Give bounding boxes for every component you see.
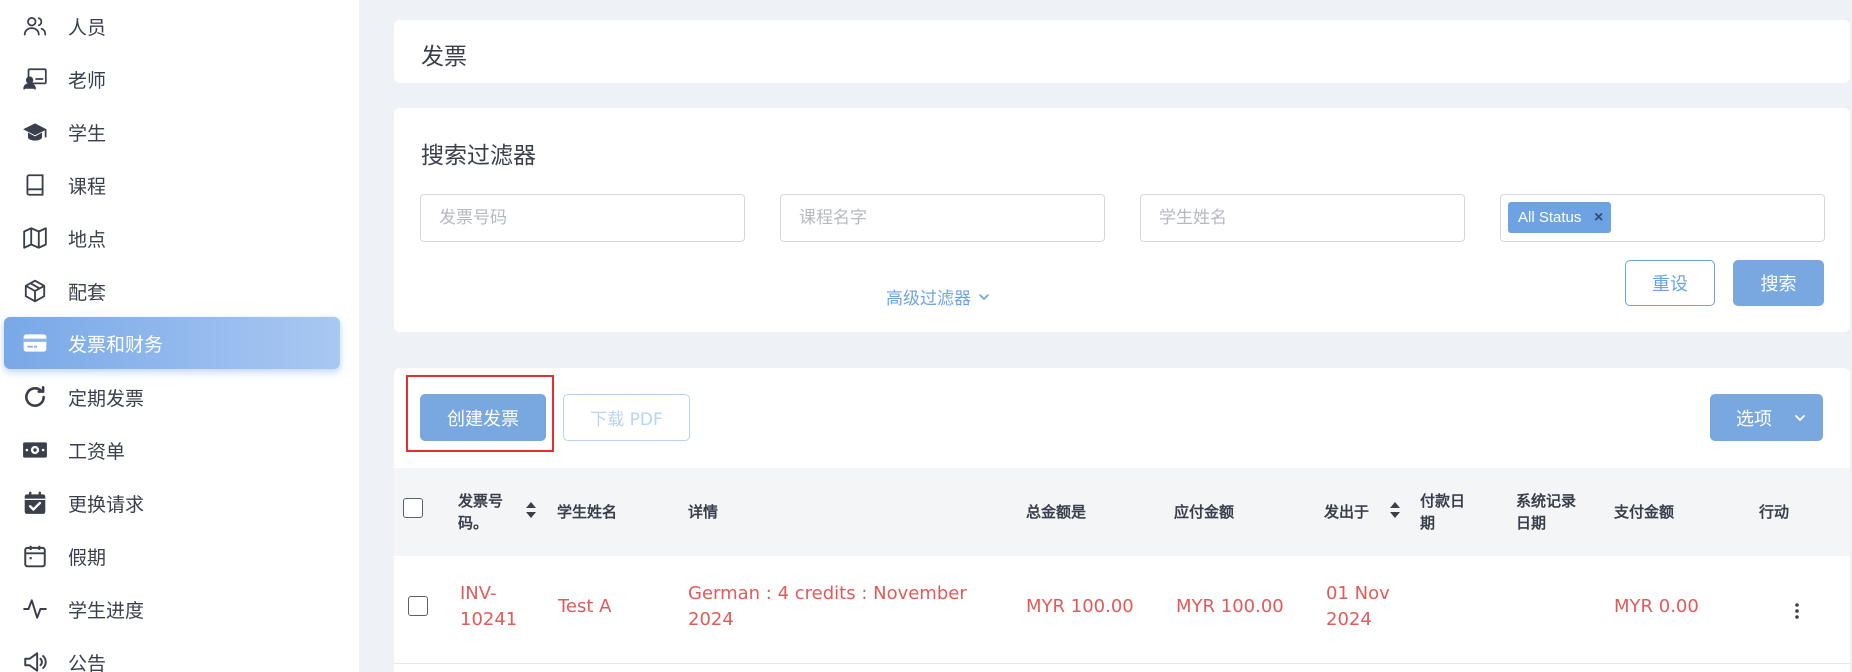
column-header-paid-date: 付款日期 <box>1420 492 1466 532</box>
more-vertical-icon[interactable] <box>1793 601 1801 621</box>
sidebar-item-label: 更换请求 <box>68 493 145 516</box>
sidebar-item-recurring-invoices[interactable]: 定期发票 <box>4 371 340 423</box>
column-header-student-name: 学生姓名 <box>557 503 618 521</box>
row-divider <box>394 663 1850 664</box>
search-filter-panel: 搜索过滤器 All Status × 高级过滤器 重设 搜索 <box>394 108 1850 332</box>
sort-icon[interactable] <box>1389 501 1401 519</box>
total-amount-cell: MYR 100.00 <box>1026 596 1134 617</box>
close-icon[interactable]: × <box>1594 202 1603 233</box>
sidebar-item-label: 老师 <box>68 69 107 92</box>
sidebar-item-label: 假期 <box>68 546 107 569</box>
student-name-input[interactable] <box>1140 194 1465 242</box>
chevron-down-icon <box>979 293 989 300</box>
create-invoice-button[interactable]: 创建发票 <box>420 394 546 441</box>
options-dropdown-button[interactable]: 选项 <box>1710 394 1823 441</box>
users-icon <box>22 13 48 39</box>
search-button[interactable]: 搜索 <box>1733 260 1824 306</box>
advanced-filter-toggle[interactable]: 高级过滤器 <box>886 284 991 309</box>
row-checkbox[interactable] <box>408 596 428 616</box>
filter-title: 搜索过滤器 <box>421 143 536 169</box>
chevron-down-icon <box>1795 415 1805 422</box>
sidebar-item-label: 学生 <box>68 122 107 145</box>
money-icon <box>22 437 48 463</box>
sidebar-item-people[interactable]: 人员 <box>4 0 340 52</box>
map-icon <box>22 225 48 251</box>
sidebar-item-label: 工资单 <box>68 440 126 463</box>
sidebar-item-packages[interactable]: 配套 <box>4 265 340 317</box>
column-header-action: 行动 <box>1759 503 1790 521</box>
sidebar-item-announcements[interactable]: 公告 <box>4 636 340 672</box>
sidebar-item-label: 学生进度 <box>68 599 145 622</box>
paid-amount-cell: MYR 0.00 <box>1614 596 1699 617</box>
sidebar-item-payroll[interactable]: 工资单 <box>4 424 340 476</box>
refresh-icon <box>22 384 48 410</box>
column-header-invoice-no[interactable]: 发票号码。 <box>458 490 514 534</box>
column-header-record-date: 系统记录日期 <box>1516 492 1577 532</box>
issued-date-cell: 01 Nov 2024 <box>1326 583 1390 630</box>
sidebar-item-label: 课程 <box>68 175 107 198</box>
due-amount-cell: MYR 100.00 <box>1176 596 1284 617</box>
sidebar-item-student-progress[interactable]: 学生进度 <box>4 583 340 635</box>
status-chip: All Status × <box>1508 202 1612 233</box>
package-icon <box>22 278 48 304</box>
student-name-cell[interactable]: Test A <box>558 594 611 620</box>
book-icon <box>22 172 48 198</box>
sidebar-item-change-requests[interactable]: 更换请求 <box>4 477 340 529</box>
graduation-cap-icon <box>22 119 48 145</box>
advanced-filter-label: 高级过滤器 <box>886 289 971 309</box>
calendar-icon <box>22 543 48 569</box>
sort-icon[interactable] <box>525 501 537 519</box>
column-header-details: 详情 <box>688 503 719 521</box>
invoice-list-panel: 创建发票 下载 PDF 选项 发票号码。 学生姓名 详情 总金额是 应付金额 发… <box>394 368 1850 672</box>
invoice-number-input[interactable] <box>420 194 745 242</box>
teacher-icon <box>22 66 48 92</box>
column-header-total: 总金额是 <box>1026 503 1087 521</box>
column-header-paid-amount: 支付金额 <box>1614 503 1675 521</box>
sidebar-item-courses[interactable]: 课程 <box>4 159 340 211</box>
credit-card-icon <box>22 330 48 356</box>
sidebar-item-label: 发票和财务 <box>68 333 164 356</box>
sidebar: 人员 老师 学生 课程 地点 配套 发票和财务 定期发票 工资单 更换请求 假期… <box>0 0 359 672</box>
select-all-checkbox[interactable] <box>403 498 423 518</box>
reset-button[interactable]: 重设 <box>1625 260 1715 306</box>
sidebar-item-students[interactable]: 学生 <box>4 106 340 158</box>
megaphone-icon <box>22 649 48 672</box>
invoice-number-link[interactable]: INV-10241 <box>460 581 520 633</box>
sidebar-item-teachers[interactable]: 老师 <box>4 53 340 105</box>
sidebar-item-label: 公告 <box>68 652 107 672</box>
sidebar-item-label: 配套 <box>68 281 107 304</box>
sidebar-item-invoices-finance[interactable]: 发票和财务 <box>4 317 340 369</box>
column-header-due: 应付金额 <box>1174 503 1235 521</box>
download-pdf-button[interactable]: 下载 PDF <box>563 394 690 441</box>
sidebar-item-holidays[interactable]: 假期 <box>4 530 340 582</box>
sidebar-item-label: 地点 <box>68 228 107 251</box>
calendar-check-icon <box>22 490 48 516</box>
details-cell[interactable]: German : 4 credits : November 2024 <box>688 581 988 633</box>
sidebar-item-label: 定期发票 <box>68 387 145 410</box>
status-chip-label: All Status <box>1518 209 1582 226</box>
table-header: 发票号码。 学生姓名 详情 总金额是 应付金额 发出于 付款日期 系统记录日期 … <box>394 468 1850 556</box>
sidebar-item-locations[interactable]: 地点 <box>4 212 340 264</box>
column-header-issued[interactable]: 发出于 <box>1324 501 1369 523</box>
activity-icon <box>22 596 48 622</box>
main-content: 发票 搜索过滤器 All Status × 高级过滤器 重设 搜索 创建发票 下… <box>359 0 1852 672</box>
sidebar-item-label: 人员 <box>68 16 107 39</box>
course-name-input[interactable] <box>780 194 1105 242</box>
page-header: 发票 <box>394 20 1850 83</box>
page-title: 发票 <box>421 44 467 70</box>
options-label: 选项 <box>1736 408 1772 430</box>
status-select[interactable]: All Status × <box>1500 194 1825 242</box>
